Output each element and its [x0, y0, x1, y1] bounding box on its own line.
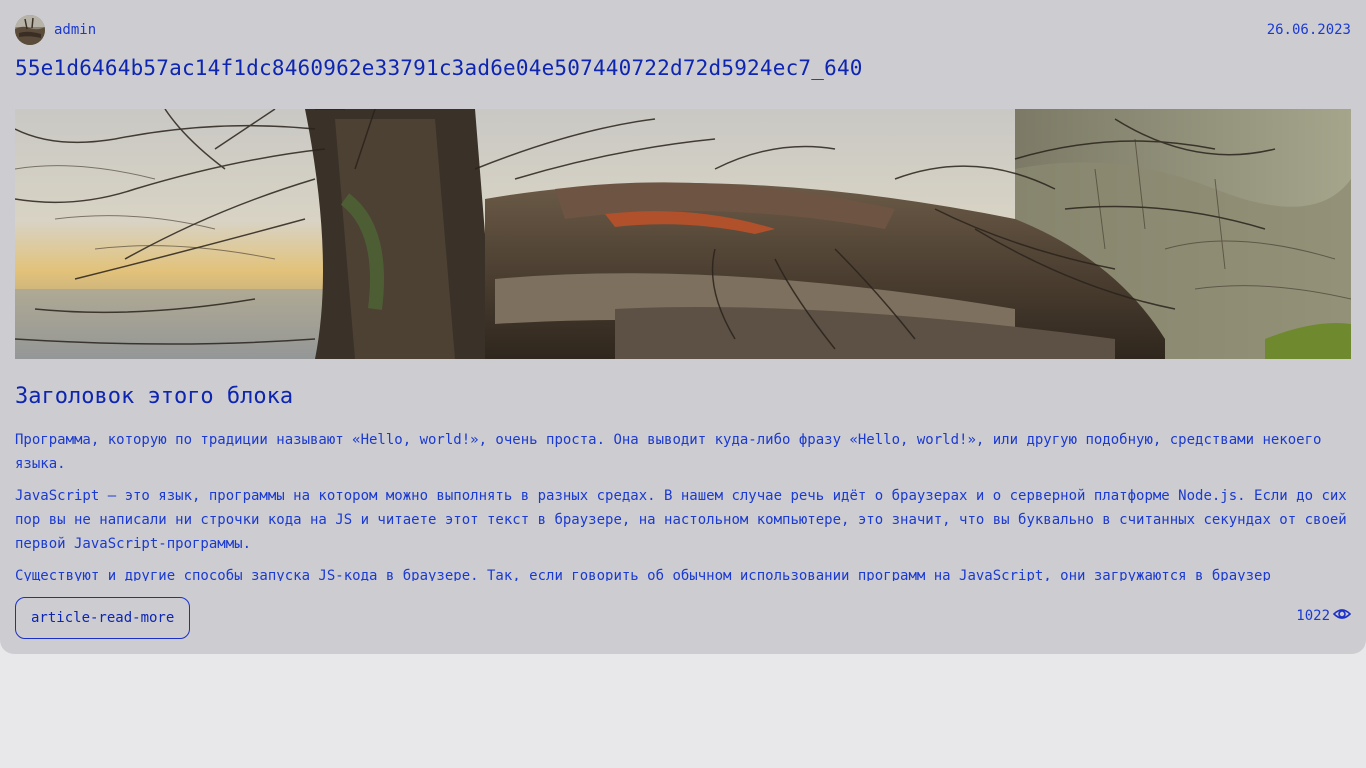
views-count: 1022: [1296, 608, 1330, 624]
author-link[interactable]: admin: [15, 15, 96, 45]
author-name: admin: [54, 22, 97, 38]
article-meta: admin 26.06.2023: [15, 15, 1351, 45]
avatar: [15, 15, 45, 45]
article-card: admin 26.06.2023 55e1d6464b57ac14f1dc846…: [0, 0, 1366, 654]
article-title: 55e1d6464b57ac14f1dc8460962e33791c3ad6e0…: [15, 56, 863, 80]
post-date: 26.06.2023: [1266, 22, 1351, 38]
article-paragraph: Программа, которую по традиции называют …: [15, 432, 1322, 472]
views-counter: 1022: [1296, 607, 1352, 625]
read-more-button[interactable]: article-read-more: [15, 597, 191, 639]
article-image: [15, 109, 1351, 359]
article-paragraph: JavaScript — это язык, программы на кото…: [15, 488, 1347, 552]
article-body: Программа, которую по традиции называют …: [15, 428, 1351, 581]
block-heading: Заголовок этого блока: [15, 384, 294, 409]
article-paragraph: Существуют и другие способы запуска JS-к…: [15, 568, 1271, 581]
eye-icon: [1332, 607, 1352, 625]
avatar-image: [15, 15, 45, 45]
